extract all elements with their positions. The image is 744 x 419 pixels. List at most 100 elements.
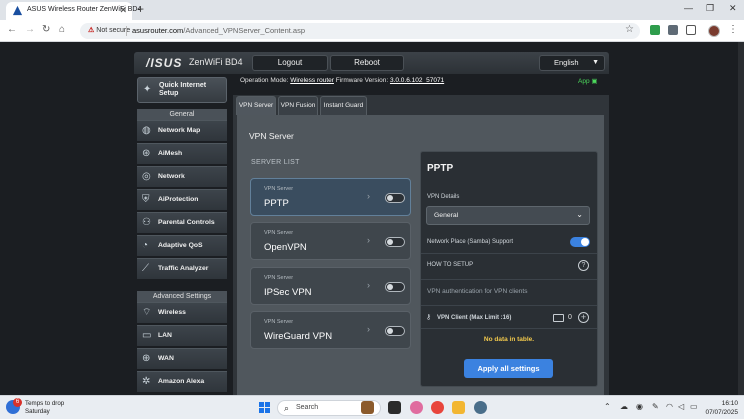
server-caption: VPN Server xyxy=(264,186,294,192)
sidebar-item-parental-controls[interactable]: ⚇ Parental Controls xyxy=(137,212,227,233)
minimize-icon[interactable]: — xyxy=(684,3,693,13)
server-name: PPTP xyxy=(264,198,289,209)
back-icon[interactable]: ← xyxy=(7,24,17,35)
sidebar-item-label: Adaptive QoS xyxy=(158,242,203,249)
url-text[interactable]: asusrouter.com/Advanced_VPNServer_Conten… xyxy=(132,26,305,35)
home-icon[interactable]: ⌂ xyxy=(59,24,65,35)
qis-label: Quick Internet Setup xyxy=(159,82,207,97)
sidebar-item-lan[interactable]: ▭ LAN xyxy=(137,325,227,346)
firmware-label: Firmware Version: xyxy=(335,77,389,84)
chrome-icon[interactable] xyxy=(431,401,444,414)
reboot-button[interactable]: Reboot xyxy=(330,55,404,71)
sidebar-item-wan[interactable]: ⊕ WAN xyxy=(137,348,227,369)
sidebar-heading-general: General xyxy=(137,109,227,120)
server-toggle[interactable] xyxy=(385,193,405,203)
apply-all-settings-button[interactable]: Apply all settings xyxy=(464,359,553,378)
tab-instant-guard[interactable]: Instant Guard xyxy=(320,96,367,115)
windows-start-icon[interactable] xyxy=(259,402,271,414)
operation-mode-label: Operation Mode: xyxy=(240,77,289,84)
browser-menu-icon[interactable]: ⋮ xyxy=(728,24,738,35)
server-toggle[interactable] xyxy=(385,282,405,292)
divider xyxy=(421,279,597,280)
detail-title: PPTP xyxy=(427,163,454,174)
tab-vpn-fusion[interactable]: VPN Fusion xyxy=(278,96,318,115)
page-scrollbar[interactable] xyxy=(738,42,744,395)
sidebar-item-network-map[interactable]: ◍ Network Map xyxy=(137,120,227,141)
weather-line1: Temps to drop xyxy=(25,400,65,407)
tray-app-icon[interactable]: ◉ xyxy=(636,402,643,411)
wifi-icon: ⌔ xyxy=(142,307,152,318)
sidebar-item-network[interactable]: ◎ Network xyxy=(137,166,227,187)
forward-icon[interactable]: → xyxy=(25,24,35,35)
add-client-icon[interactable]: + xyxy=(578,312,589,323)
address-bar[interactable]: ⚠ Not secure asusrouter.com/Advanced_VPNS… xyxy=(80,23,640,39)
profile-avatar[interactable] xyxy=(708,25,720,37)
sidebar-item-label: Wireless xyxy=(158,309,186,316)
copilot-icon[interactable] xyxy=(410,401,423,414)
volume-icon[interactable]: ◁ xyxy=(678,402,684,411)
vpn-client-label: VPN Client (Max Limit :16) xyxy=(437,315,512,321)
chart-icon: ⟋ xyxy=(142,263,149,274)
battery-icon[interactable]: ▭ xyxy=(690,402,698,411)
server-caption: VPN Server xyxy=(264,230,294,236)
firmware-link[interactable]: 3.0.0.6.102_57071 xyxy=(390,77,444,84)
status-line: Operation Mode: Wireless router Firmware… xyxy=(240,77,444,84)
language-select[interactable]: English ▼ xyxy=(539,55,605,71)
sidebar-item-label: LAN xyxy=(158,332,172,339)
network-globe-icon: ◎ xyxy=(142,171,151,182)
toggle-knob xyxy=(581,238,589,246)
logout-button[interactable]: Logout xyxy=(252,55,328,71)
extensions-puzzle-icon[interactable] xyxy=(686,25,696,35)
sidebar-item-aimesh[interactable]: ⊛ AiMesh xyxy=(137,143,227,164)
server-toggle[interactable] xyxy=(385,237,405,247)
bookmark-star-icon[interactable]: ☆ xyxy=(625,24,634,35)
file-explorer-icon[interactable] xyxy=(452,401,465,414)
security-indicator[interactable]: ⚠ Not secure xyxy=(88,26,130,34)
server-toggle[interactable] xyxy=(385,326,405,336)
samba-support-toggle[interactable] xyxy=(570,237,590,247)
system-clock[interactable]: 16:10 07/07/2025 xyxy=(702,399,738,417)
extension-icon[interactable] xyxy=(650,25,660,35)
app-link[interactable]: App ▣ xyxy=(578,77,598,85)
server-card-ipsec[interactable]: VPN Server IPSec VPN › xyxy=(250,267,411,305)
window-close-icon[interactable]: ✕ xyxy=(729,3,737,14)
server-card-openvpn[interactable]: VPN Server OpenVPN › xyxy=(250,222,411,260)
empty-table-message: No data in table. xyxy=(483,336,535,343)
cloud-icon[interactable]: ☁ xyxy=(620,402,628,411)
sidebar-item-aiprotection[interactable]: ⛨ AiProtection xyxy=(137,189,227,210)
sidebar-item-label: Network Map xyxy=(158,127,201,134)
server-caption: VPN Server xyxy=(264,319,294,325)
maximize-icon[interactable]: ❐ xyxy=(706,3,714,14)
tab-vpn-server[interactable]: VPN Server xyxy=(236,96,276,115)
weather-widget[interactable]: Temps to drop Saturday xyxy=(25,400,64,416)
sidebar-item-wireless[interactable]: ⌔ Wireless xyxy=(137,302,227,323)
operation-mode-link[interactable]: Wireless router xyxy=(290,77,334,84)
media-app-icon[interactable] xyxy=(388,401,401,414)
coffee-app-icon[interactable] xyxy=(361,401,374,414)
browser-tab[interactable]: ASUS Wireless Router ZenWiFi BD4 ✕ xyxy=(6,2,141,20)
server-caption: VPN Server xyxy=(264,275,294,281)
reload-icon[interactable]: ↻ xyxy=(42,24,50,35)
sidebar-item-label: Amazon Alexa xyxy=(158,378,205,385)
help-icon[interactable]: ? xyxy=(578,260,589,271)
server-card-pptp[interactable]: VPN Server PPTP › xyxy=(250,178,411,216)
chevron-up-icon[interactable]: ⌃ xyxy=(604,402,611,411)
sidebar-item-amazon-alexa[interactable]: ✲ Amazon Alexa xyxy=(137,371,227,392)
pen-icon[interactable]: ✎ xyxy=(652,402,659,411)
wifi-tray-icon[interactable]: ◠ xyxy=(666,402,673,411)
sidebar-item-traffic-analyzer[interactable]: ⟋ Traffic Analyzer xyxy=(137,258,227,279)
vpn-details-select[interactable]: General ⌄ xyxy=(426,206,590,225)
how-to-setup-label: HOW TO SETUP xyxy=(427,262,474,268)
url-path: /Advanced_VPNServer_Content.asp xyxy=(183,26,306,35)
sidebar-item-label: Traffic Analyzer xyxy=(158,265,209,272)
quick-internet-setup-button[interactable]: ✦ Quick Internet Setup xyxy=(137,77,227,103)
page-title: VPN Server xyxy=(249,131,294,141)
server-card-wireguard[interactable]: VPN Server WireGuard VPN › xyxy=(250,311,411,349)
close-tab-icon[interactable]: ✕ xyxy=(119,5,127,16)
chevron-right-icon: › xyxy=(367,235,370,245)
settings-gear-icon[interactable] xyxy=(474,401,487,414)
monitor-icon: ▭ xyxy=(142,330,152,341)
sidebar-item-adaptive-qos[interactable]: ◔ Adaptive QoS xyxy=(137,235,227,256)
cast-icon[interactable] xyxy=(668,25,678,35)
new-tab-button[interactable]: + xyxy=(137,3,144,15)
